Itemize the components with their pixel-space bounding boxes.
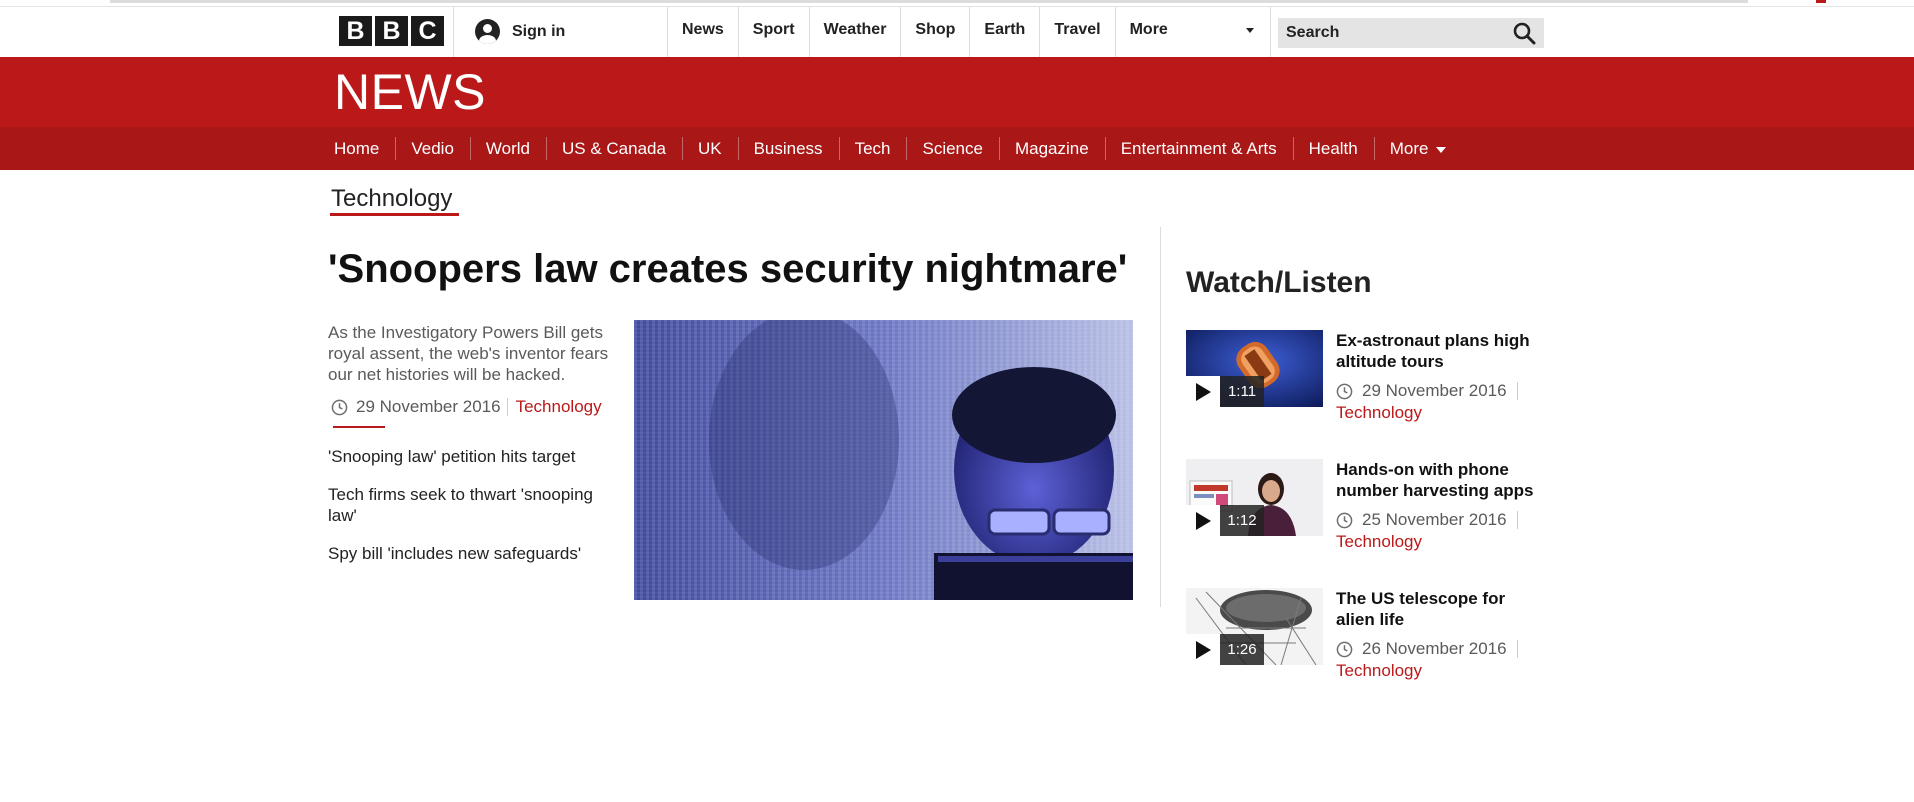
news-nav-more-label: More	[1389, 139, 1429, 158]
video-headline[interactable]: Ex-astronaut plans high altitude tours	[1336, 330, 1546, 372]
meta-divider	[1516, 382, 1518, 400]
news-nav-world[interactable]: World	[469, 127, 546, 170]
news-nav-magazine[interactable]: Magazine	[998, 127, 1105, 170]
scroll-track	[110, 0, 1748, 3]
video-headline[interactable]: The US telescope for alien life	[1336, 588, 1546, 630]
related-link[interactable]: Tech firms seek to thwart 'snooping law'	[328, 484, 618, 526]
video-date: 25 November 2016	[1362, 510, 1507, 529]
news-nav-us-canada[interactable]: US & Canada	[546, 127, 682, 170]
video-meta: 29 November 2016	[1336, 381, 1518, 401]
bbc-global-nav: News Sport Weather Shop Earth Travel Mor…	[667, 7, 1271, 57]
chevron-down-icon	[1245, 28, 1254, 33]
global-nav-weather[interactable]: Weather	[808, 7, 901, 57]
watch-listen-item[interactable]: 1:12 Hands-on with phone number harvesti…	[1186, 459, 1546, 559]
sign-in-label: Sign in	[512, 22, 566, 40]
news-nav-entertainment[interactable]: Entertainment & Arts	[1104, 127, 1293, 170]
related-link[interactable]: 'Snooping law' petition hits target	[328, 446, 618, 467]
global-nav-shop[interactable]: Shop	[900, 7, 969, 57]
news-nav-more[interactable]: More	[1373, 127, 1463, 170]
clock-icon	[1336, 383, 1353, 399]
news-nav: Home Vedio World US & Canada UK Business…	[0, 127, 1914, 170]
video-meta: 25 November 2016	[1336, 510, 1518, 530]
meta-divider	[1516, 511, 1518, 529]
bbc-masthead: B B C Sign in News Sport Weather Shop Ea…	[0, 7, 1914, 57]
masthead-divider	[453, 7, 454, 57]
column-divider	[1160, 227, 1161, 607]
news-nav-health[interactable]: Health	[1292, 127, 1374, 170]
news-nav-video[interactable]: Vedio	[395, 127, 470, 170]
watch-listen-item[interactable]: 1:26 The US telescope for alien life 26 …	[1186, 588, 1546, 688]
video-category-link[interactable]: Technology	[1336, 661, 1422, 681]
play-icon[interactable]	[1186, 634, 1220, 665]
user-icon	[475, 19, 500, 44]
global-nav-more-label: More	[1129, 21, 1168, 38]
article-date: 29 November 2016	[356, 397, 501, 416]
video-thumbnail[interactable]: 1:12	[1186, 459, 1323, 536]
bbc-logo-block: B	[339, 16, 372, 46]
bbc-logo-block: C	[411, 16, 444, 46]
search-box[interactable]: Search	[1278, 18, 1544, 48]
scroll-marker	[1816, 0, 1826, 3]
section-underline	[330, 213, 459, 216]
news-nav-tech[interactable]: Tech	[838, 127, 907, 170]
browser-top-strip	[0, 0, 1914, 7]
clock-icon	[1336, 512, 1353, 528]
video-duration: 1:11	[1220, 376, 1264, 407]
search-placeholder: Search	[1286, 24, 1340, 41]
news-banner: NEWS	[0, 57, 1914, 127]
news-nav-business[interactable]: Business	[737, 127, 839, 170]
chevron-down-icon	[1436, 146, 1447, 153]
global-nav-travel[interactable]: Travel	[1039, 7, 1114, 57]
video-thumbnail[interactable]: 1:11	[1186, 330, 1323, 407]
video-headline[interactable]: Hands-on with phone number harvesting ap…	[1336, 459, 1546, 501]
article-underline	[333, 426, 385, 428]
video-date: 29 November 2016	[1362, 381, 1507, 400]
article-headline[interactable]: 'Snoopers law creates security nightmare…	[328, 247, 1127, 292]
video-meta: 26 November 2016	[1336, 639, 1518, 659]
global-nav-news[interactable]: News	[667, 7, 738, 57]
video-duration: 1:26	[1220, 634, 1264, 665]
news-nav-home[interactable]: Home	[318, 127, 395, 170]
clock-icon	[331, 399, 348, 415]
video-date: 26 November 2016	[1362, 639, 1507, 658]
news-brand[interactable]: NEWS	[334, 63, 486, 121]
search-icon[interactable]	[1512, 21, 1536, 45]
sign-in-link[interactable]: Sign in	[475, 19, 565, 44]
news-nav-uk[interactable]: UK	[681, 127, 738, 170]
video-duration: 1:12	[1220, 505, 1264, 536]
news-nav-science[interactable]: Science	[906, 127, 998, 170]
article-category-link[interactable]: Technology	[516, 397, 602, 417]
global-nav-sport[interactable]: Sport	[737, 7, 809, 57]
video-category-link[interactable]: Technology	[1336, 403, 1422, 423]
watch-listen-item[interactable]: 1:11 Ex-astronaut plans high altitude to…	[1186, 330, 1546, 430]
meta-divider	[506, 398, 508, 416]
global-nav-more[interactable]: More	[1114, 7, 1271, 57]
related-link[interactable]: Spy bill 'includes new safeguards'	[328, 543, 618, 564]
global-nav-earth[interactable]: Earth	[969, 7, 1039, 57]
article-meta: 29 November 2016 Technology	[331, 397, 602, 417]
meta-divider	[1516, 640, 1518, 658]
play-icon[interactable]	[1186, 376, 1220, 407]
bbc-logo[interactable]: B B C	[339, 16, 444, 46]
clock-icon	[1336, 641, 1353, 657]
play-icon[interactable]	[1186, 505, 1220, 536]
section-title[interactable]: Technology	[331, 185, 452, 213]
watch-listen-title: Watch/Listen	[1186, 266, 1372, 299]
video-category-link[interactable]: Technology	[1336, 532, 1422, 552]
article-summary: As the Investigatory Powers Bill gets ro…	[328, 323, 609, 384]
article-hero-image[interactable]	[634, 320, 1133, 600]
bbc-logo-block: B	[375, 16, 408, 46]
video-thumbnail[interactable]: 1:26	[1186, 588, 1323, 665]
